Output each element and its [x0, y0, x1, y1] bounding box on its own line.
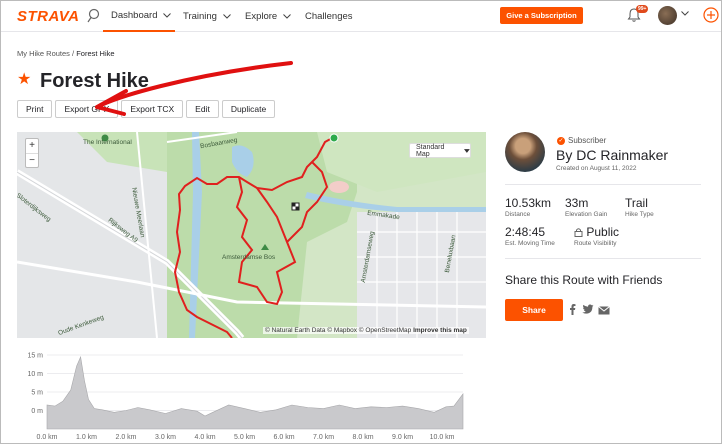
page: STRAVA Dashboard Training Explore Challe… — [0, 0, 722, 444]
annotation-arrow-line — [99, 61, 293, 107]
annotation-arrow — [95, 61, 293, 116]
